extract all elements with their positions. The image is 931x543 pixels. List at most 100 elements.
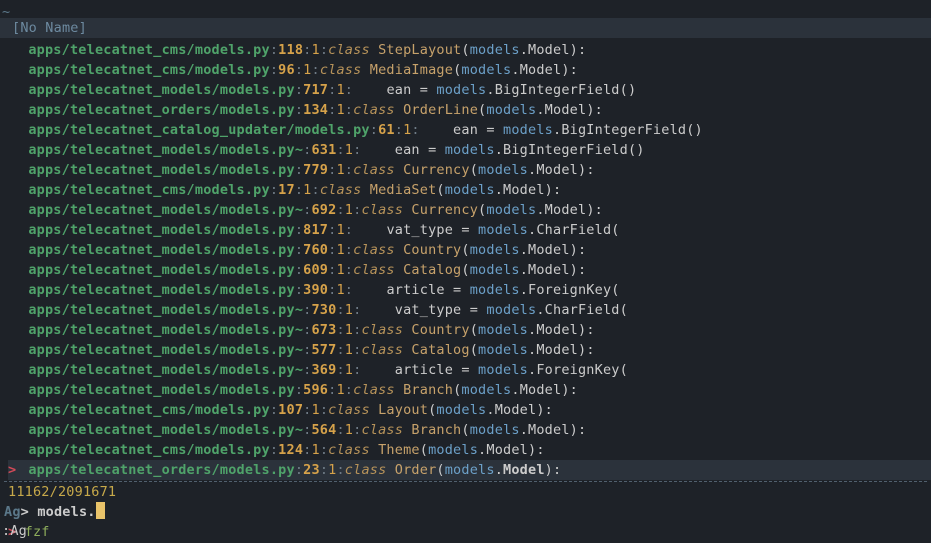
search-result-row[interactable]: apps/telecatnet_cms/models.py:17:1:class… [8,180,931,200]
ag-prompt-row[interactable]: Ag> models. [4,502,105,522]
attr-name: ForeignKey [536,362,619,378]
row-pointer-icon [8,240,20,260]
module-ref: models [461,382,511,398]
search-result-row[interactable]: apps/telecatnet_models/models.py:817:1: … [8,220,931,240]
result-column-number: 1 [336,262,344,278]
base-class: Model [545,202,587,218]
row-pointer-icon [8,200,20,220]
buffer-title-text: [No Name] [12,20,87,36]
search-result-row[interactable]: apps/telecatnet_cms/models.py:107:1:clas… [8,400,931,420]
module-ref: models [436,402,486,418]
result-line-number: 124 [278,442,303,458]
keyword-class: class [361,342,411,358]
result-line-number: 760 [303,242,328,258]
result-line-number: 17 [278,182,295,198]
keyword-class: class [353,162,403,178]
result-file-path: apps/telecatnet_models/models.py [28,82,295,98]
base-class: Model [503,462,545,478]
result-file-path: apps/telecatnet_models/models.py [28,282,295,298]
result-column-number: 1 [336,382,344,398]
search-result-row[interactable]: apps/telecatnet_models/models.py:390:1: … [8,280,931,300]
class-name: Branch [403,382,453,398]
result-line-number: 23 [303,462,320,478]
result-file-path: apps/telecatnet_models/models.py~ [28,322,303,338]
class-name: Branch [411,422,461,438]
result-file-path: apps/telecatnet_cms/models.py [28,402,270,418]
keyword-class: class [361,322,411,338]
search-result-row[interactable]: apps/telecatnet_models/models.py~:369:1:… [8,360,931,380]
row-pointer-icon [8,160,20,180]
keyword-class: class [353,102,403,118]
module-ref: models [461,62,511,78]
keyword-class: class [345,462,395,478]
result-column-number: 1 [336,82,344,98]
row-pointer-icon [8,40,20,60]
result-line-number: 717 [303,82,328,98]
prompt-gt: > [21,504,29,520]
row-pointer-icon: > [8,460,20,480]
module-ref: models [428,442,478,458]
search-result-row[interactable]: apps/telecatnet_models/models.py~:631:1:… [8,140,931,160]
ag-prompt-query[interactable]: models. [37,504,95,520]
keyword-class: class [320,182,370,198]
module-ref: models [470,262,520,278]
result-file-path: apps/telecatnet_models/models.py [28,162,295,178]
result-file-path: apps/telecatnet_cms/models.py [28,182,270,198]
base-class: Model [536,322,578,338]
result-line-number: 609 [303,262,328,278]
search-result-row[interactable]: apps/telecatnet_cms/models.py:96:1:class… [8,60,931,80]
row-pointer-icon [8,360,20,380]
row-pointer-icon [8,60,20,80]
search-result-row[interactable]: apps/telecatnet_models/models.py:760:1:c… [8,240,931,260]
search-result-row[interactable]: apps/telecatnet_models/models.py~:730:1:… [8,300,931,320]
base-class: Model [503,182,545,198]
result-line-number: 817 [303,222,328,238]
class-name: StepLayout [378,42,461,58]
search-result-row[interactable]: apps/telecatnet_models/models.py~:564:1:… [8,420,931,440]
identifier: ean [453,122,478,138]
base-class: Model [536,342,578,358]
result-column-number: 1 [336,162,344,178]
result-column-number: 1 [345,422,353,438]
vim-command-line[interactable]: :Ag [2,521,27,541]
result-file-path: apps/telecatnet_catalog_updater/models.p… [28,122,369,138]
module-ref: models [470,42,520,58]
attr-name: CharField [545,302,620,318]
search-result-row[interactable]: apps/telecatnet_models/models.py~:577:1:… [8,340,931,360]
search-results: apps/telecatnet_cms/models.py:118:1:clas… [8,40,931,480]
identifier: ean [395,142,420,158]
base-class: Model [536,162,578,178]
search-result-row[interactable]: apps/telecatnet_models/models.py:717:1: … [8,80,931,100]
ag-prompt-label: Ag [4,504,21,520]
search-result-row[interactable]: apps/telecatnet_cms/models.py:124:1:clas… [8,440,931,460]
search-result-row[interactable]: apps/telecatnet_models/models.py:596:1:c… [8,380,931,400]
row-pointer-icon [8,100,20,120]
result-line-number: 390 [303,282,328,298]
search-result-row[interactable]: apps/telecatnet_orders/models.py:134:1:c… [8,100,931,120]
match-counter-row: 11162/2091671 [8,482,116,502]
class-name: Currency [411,202,478,218]
module-ref: models [445,462,495,478]
class-name: Country [403,242,461,258]
search-result-row[interactable]: apps/telecatnet_models/models.py:779:1:c… [8,160,931,180]
keyword-class: class [353,382,403,398]
search-result-row[interactable]: apps/telecatnet_models/models.py:609:1:c… [8,260,931,280]
result-file-path: apps/telecatnet_models/models.py [28,262,295,278]
search-result-row[interactable]: apps/telecatnet_models/models.py~:673:1:… [8,320,931,340]
class-name: MediaImage [370,62,453,78]
result-file-path: apps/telecatnet_cms/models.py [28,62,270,78]
result-column-number: 1 [311,402,319,418]
search-result-row[interactable]: apps/telecatnet_models/models.py~:692:1:… [8,200,931,220]
search-result-row-selected[interactable]: > apps/telecatnet_orders/models.py:23:1:… [8,460,931,480]
identifier: article [395,362,453,378]
search-result-row[interactable]: apps/telecatnet_catalog_updater/models.p… [8,120,931,140]
row-pointer-icon [8,400,20,420]
module-ref: models [470,282,520,298]
row-pointer-icon [8,140,20,160]
search-result-row[interactable]: apps/telecatnet_cms/models.py:118:1:clas… [8,40,931,60]
result-file-path: apps/telecatnet_models/models.py~ [28,422,303,438]
vim-command-text: :Ag [2,523,27,539]
match-counter-text: 11162/2091671 [8,484,116,500]
base-class: Model [486,442,528,458]
result-file-path: apps/telecatnet_orders/models.py [28,102,295,118]
